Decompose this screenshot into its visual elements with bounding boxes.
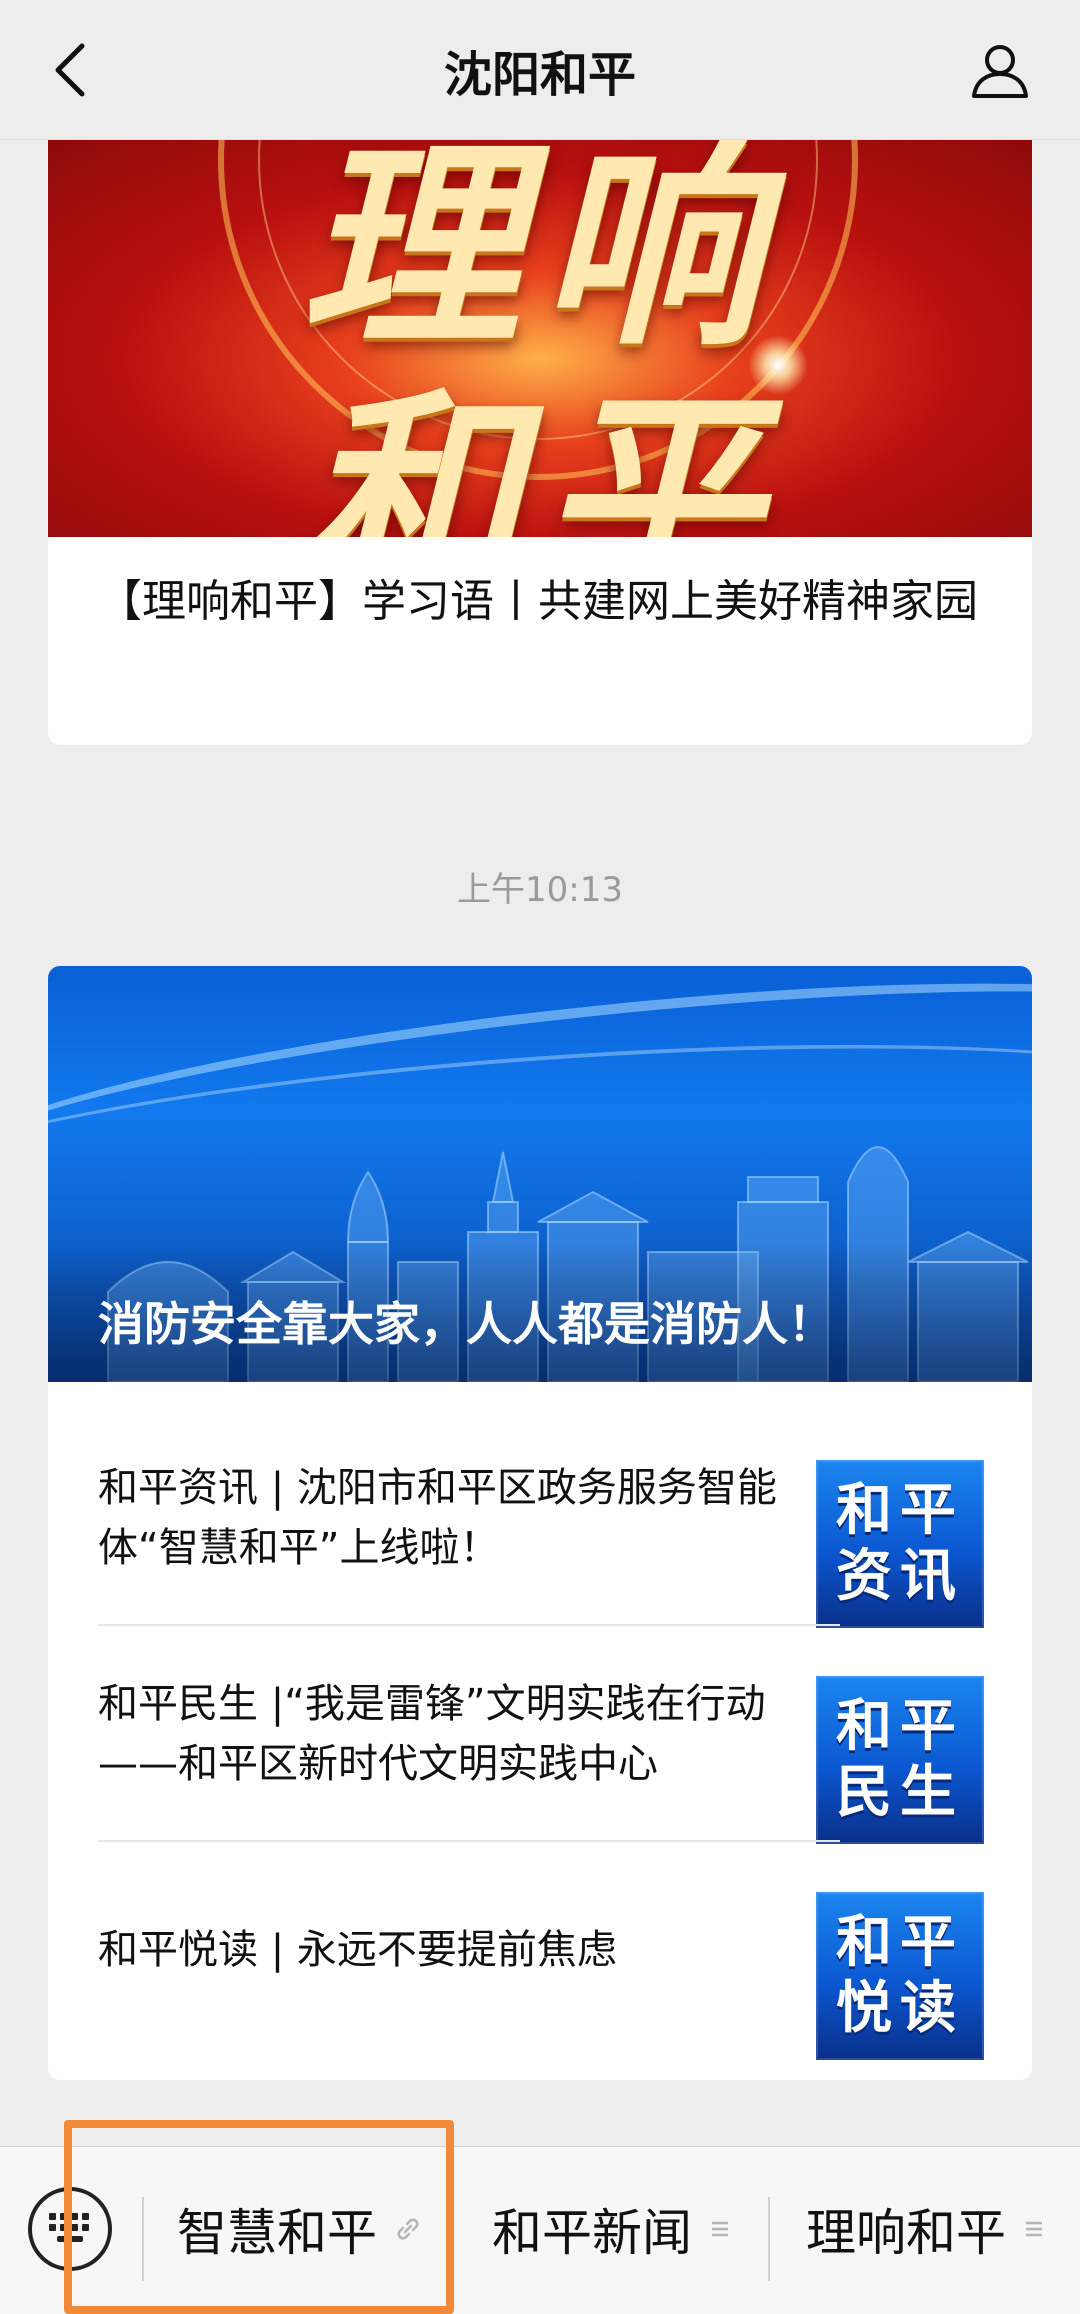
menu-separator: [768, 2197, 770, 2281]
menu-lines-icon: [1022, 2217, 1046, 2241]
list-item-title-text: 和平资讯 | 沈阳市和平区政务服务智能体“智慧和平”上线啦！: [98, 1465, 777, 1571]
link-icon: [393, 2214, 423, 2244]
cover-light-flare: [748, 335, 808, 395]
list-item-title: 和平悦读 | 永远不要提前焦虑: [98, 1842, 798, 2058]
cover-title-line2: 和平: [299, 370, 780, 537]
menu-item-label: 智慧和平: [177, 2204, 377, 2262]
thumbnail-label: 和平资讯: [836, 1478, 964, 1609]
keyboard-icon: [49, 2213, 89, 2242]
menu-item-zhihui-heping[interactable]: 智慧和平: [150, 2187, 450, 2271]
list-item-thumbnail: 和平资讯: [816, 1460, 984, 1628]
thumbnail-label: 和平悦读: [836, 1910, 964, 2041]
list-item-title-text: 和平悦读 | 永远不要提前焦虑: [98, 1927, 617, 1973]
article-group-card: 消防安全靠大家，人人都是消防人！ 和平资讯 | 沈阳市和平区政务服务智能体“智慧…: [48, 966, 1032, 2080]
keyboard-toggle-button[interactable]: [28, 2187, 112, 2271]
list-item[interactable]: 和平民生 |“我是雷锋”文明实践在行动——和平区新时代文明实践中心 和平民生: [98, 1626, 984, 1844]
lead-article-cover[interactable]: 消防安全靠大家，人人都是消防人！: [48, 966, 1032, 1382]
menu-item-label: 理响和平: [806, 2204, 1006, 2262]
menu-item-heping-xinwen[interactable]: 和平新闻: [462, 2187, 762, 2271]
thumbnail-label: 和平民生: [836, 1694, 964, 1825]
bottom-menu-bar: 智慧和平 和平新闻 理响和平: [0, 2146, 1080, 2314]
menu-lines-icon: [708, 2217, 732, 2241]
list-item[interactable]: 和平资讯 | 沈阳市和平区政务服务智能体“智慧和平”上线啦！ 和平资讯: [98, 1410, 984, 1628]
message-timestamp: 上午10:13: [457, 870, 623, 910]
profile-button[interactable]: [960, 30, 1040, 110]
list-item-title: 和平资讯 | 沈阳市和平区政务服务智能体“智慧和平”上线啦！: [98, 1410, 798, 1626]
list-item-thumbnail: 和平悦读: [816, 1892, 984, 2060]
lead-article-title[interactable]: 消防安全靠大家，人人都是消防人！: [98, 1288, 992, 1354]
list-item-title-text: 和平民生 |“我是雷锋”文明实践在行动——和平区新时代文明实践中心: [98, 1681, 766, 1787]
list-item[interactable]: 和平悦读 | 永远不要提前焦虑 和平悦读: [98, 1842, 984, 2060]
page-title: 沈阳和平: [443, 47, 636, 103]
menu-item-lixiang-heping[interactable]: 理响和平: [776, 2187, 1076, 2271]
article-headline[interactable]: 【理响和平】学习语丨共建网上美好精神家园: [98, 570, 998, 634]
list-item-title: 和平民生 |“我是雷锋”文明实践在行动——和平区新时代文明实践中心: [98, 1626, 798, 1842]
menu-item-label: 和平新闻: [492, 2204, 692, 2262]
person-icon: [972, 45, 1028, 98]
top-nav-bar: 沈阳和平: [0, 0, 1080, 140]
list-item-thumbnail: 和平民生: [816, 1676, 984, 1844]
article-cover-image: 理响 和平: [48, 140, 1032, 537]
menu-separator: [142, 2197, 144, 2281]
article-card[interactable]: 理响 和平 【理响和平】学习语丨共建网上美好精神家园: [48, 140, 1032, 745]
